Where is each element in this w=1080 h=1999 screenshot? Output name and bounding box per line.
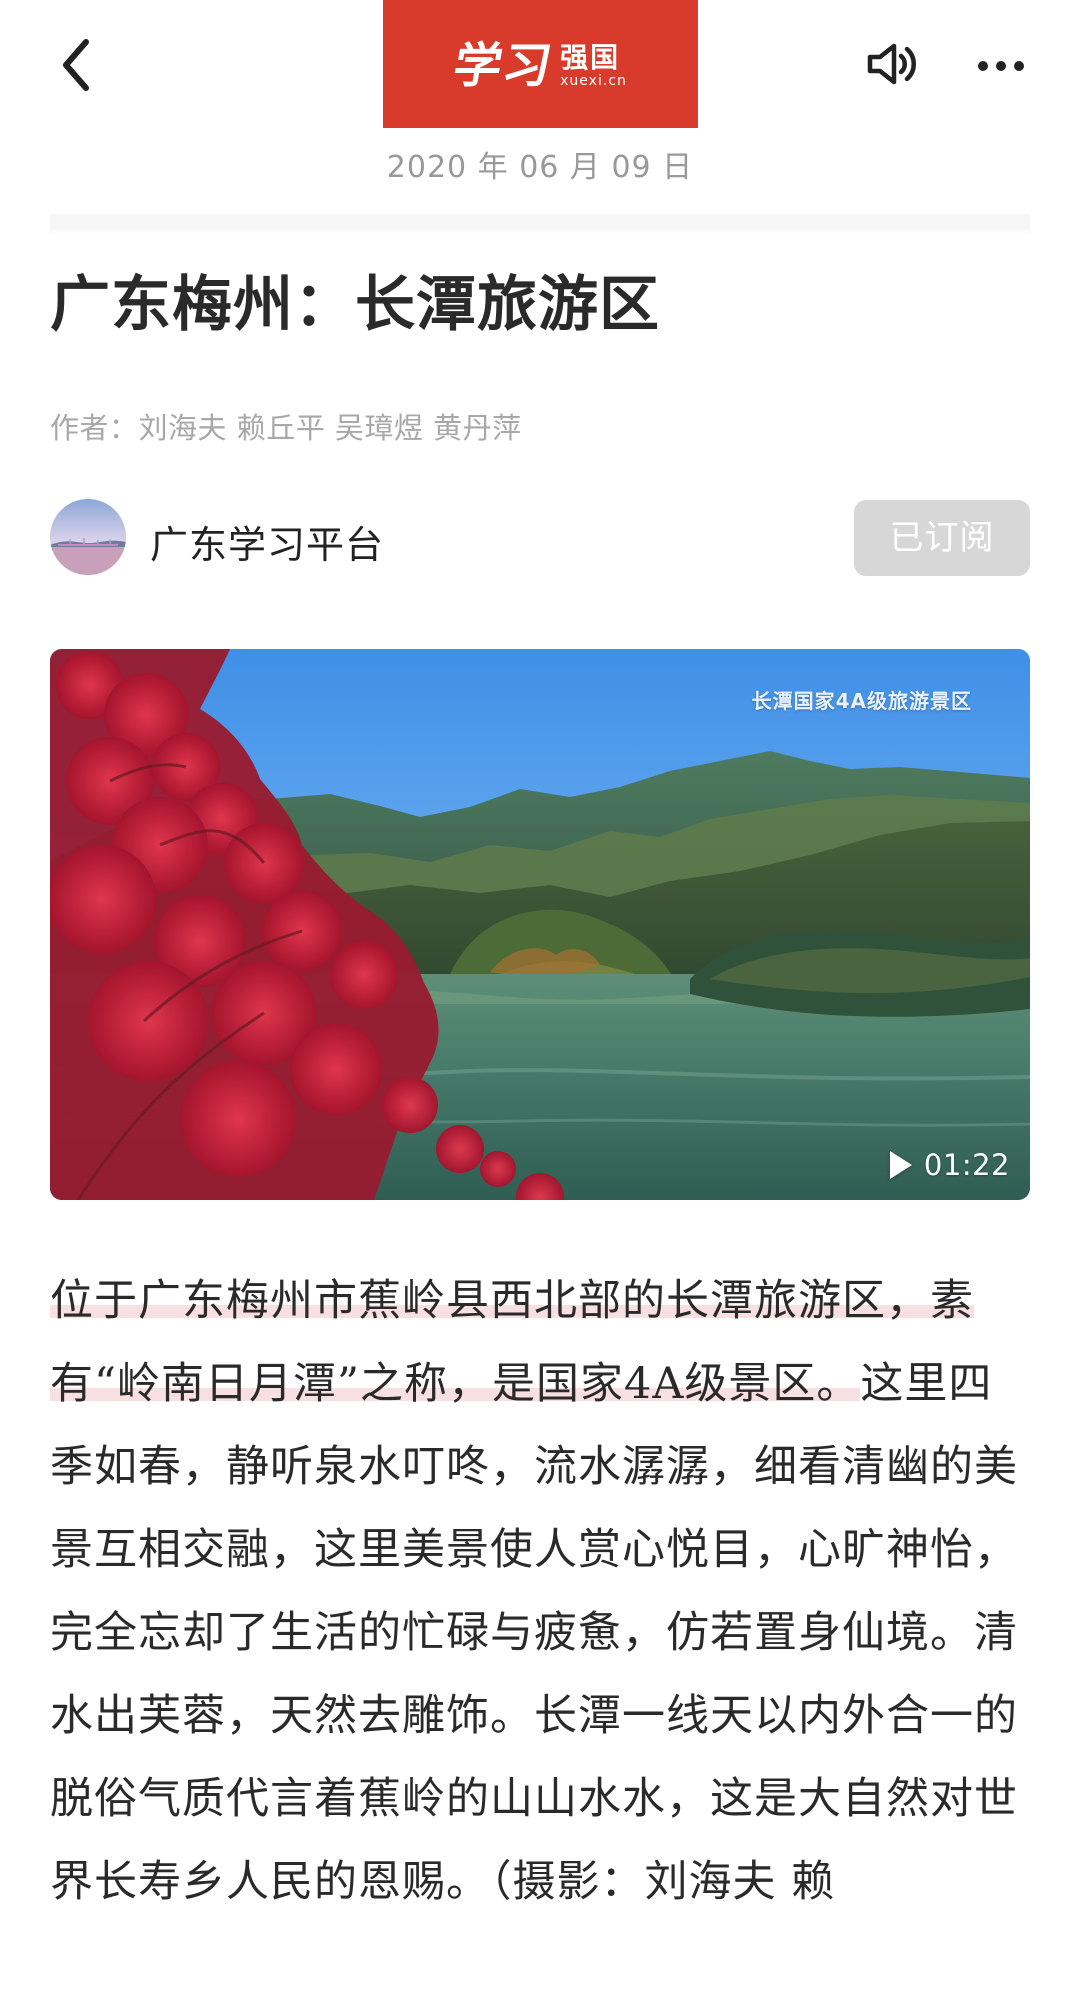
publish-date: 2020 年 06 月 09 日: [386, 150, 694, 185]
article-body: 位于广东梅州市蕉岭县西北部的长潭旅游区，素有“岭南日月潭”之称，是国家4A级景区…: [50, 1260, 1030, 1924]
logo-url-text: xuexi.cn: [560, 73, 627, 89]
more-icon: [1014, 61, 1024, 71]
play-icon: [889, 1151, 912, 1179]
article-title: 广东梅州：长潭旅游区: [50, 270, 660, 340]
top-navigation-bar: 学习 强国 xuexi.cn 2020 年 06 月 09 日: [0, 0, 1080, 210]
more-icon: [996, 61, 1006, 71]
logo-sub-text: 强国: [560, 41, 621, 74]
chevron-left-icon: [59, 36, 93, 98]
more-icon: [978, 61, 988, 71]
channel-info: 广东学习平台 已订阅: [50, 498, 1030, 578]
article-paragraph: 这里四季如春，静听泉水叮咚，流水潺潺，细看清幽的美景互相交融，这里美景使人赏心悦…: [50, 1359, 1018, 1907]
subscribe-button[interactable]: 已订阅: [854, 500, 1030, 576]
channel-name[interactable]: 广东学习平台: [150, 514, 384, 569]
channel-avatar[interactable]: [50, 499, 126, 575]
back-button[interactable]: [46, 32, 106, 102]
video-player[interactable]: 长潭国家4A级旅游景区 01:22: [50, 649, 1030, 1200]
speaker-icon: [865, 39, 923, 93]
video-caption: 长潭国家4A级旅游景区: [751, 689, 972, 713]
sound-button[interactable]: [856, 28, 932, 104]
xuexi-logo: 学习 强国 xuexi.cn: [383, 0, 698, 128]
author-line: 作者：刘海夫 赖丘平 吴璋煜 黄丹萍: [50, 411, 522, 445]
header-divider: [50, 214, 1030, 234]
video-duration: 01:22: [923, 1148, 1010, 1182]
highlighted-sentence: 位于广东梅州市蕉岭县西北部的长潭旅游区，素有“岭南日月潭”之称，是国家4A级景区…: [50, 1276, 974, 1409]
video-thumbnail: [50, 649, 1030, 1200]
video-play-control[interactable]: 01:22: [889, 1148, 1010, 1182]
logo-main-text: 学习: [449, 38, 558, 94]
more-button[interactable]: [964, 28, 1038, 104]
